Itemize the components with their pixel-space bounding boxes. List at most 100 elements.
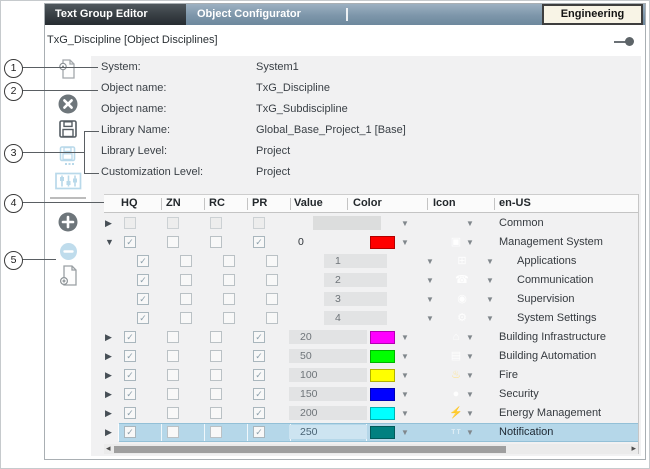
value-field[interactable]: 100 xyxy=(289,368,367,382)
checkbox-zn[interactable] xyxy=(167,388,179,400)
checkbox-rc[interactable] xyxy=(210,426,222,438)
table-row[interactable]: ▶✓✓250▼T T▼Notification xyxy=(104,423,638,442)
icon-dropdown-icon[interactable]: ▼ xyxy=(466,371,474,380)
scrollbar-thumb[interactable] xyxy=(114,446,506,453)
table-row[interactable]: ▶✓✓100▼♨▼Fire xyxy=(104,366,638,385)
tab-text-group-editor[interactable]: Text Group Editor xyxy=(45,4,186,25)
expand-arrow-icon[interactable]: ▶ xyxy=(105,389,112,400)
checkbox-pr[interactable]: ✓ xyxy=(253,388,265,400)
tab-object-configurator[interactable]: Object Configurator xyxy=(197,4,301,25)
icon-dropdown-icon[interactable]: ▼ xyxy=(466,390,474,399)
customize-columns-button[interactable] xyxy=(55,170,82,195)
icon-dropdown-icon[interactable]: ▼ xyxy=(486,276,494,285)
value-field[interactable]: 150 xyxy=(289,387,367,401)
color-swatch[interactable] xyxy=(370,369,395,382)
checkbox-rc[interactable] xyxy=(210,331,222,343)
color-swatch[interactable] xyxy=(370,407,395,420)
scroll-right-icon[interactable]: ▸ xyxy=(631,443,636,454)
checkbox-pr[interactable]: ✓ xyxy=(253,350,265,362)
color-dropdown-icon[interactable]: ▼ xyxy=(401,238,409,247)
checkbox-hq[interactable] xyxy=(124,217,136,229)
pin-icon-dot[interactable] xyxy=(625,37,634,46)
checkbox-zn[interactable] xyxy=(167,407,179,419)
icon-dropdown-icon[interactable]: ▼ xyxy=(466,219,474,228)
table-row[interactable]: ✓3▼◉▼Supervision xyxy=(104,290,638,309)
checkbox-pr[interactable] xyxy=(266,312,278,324)
checkbox-rc[interactable] xyxy=(223,312,235,324)
checkbox-rc[interactable] xyxy=(210,407,222,419)
checkbox-hq[interactable]: ✓ xyxy=(124,388,136,400)
value-field[interactable]: 50 xyxy=(289,349,367,363)
color-dropdown-icon[interactable]: ▼ xyxy=(401,333,409,342)
color-dropdown-icon[interactable]: ▼ xyxy=(401,409,409,418)
checkbox-hq[interactable]: ✓ xyxy=(124,236,136,248)
checkbox-rc[interactable] xyxy=(210,217,222,229)
icon-dropdown-icon[interactable]: ▼ xyxy=(486,257,494,266)
color-dropdown-icon[interactable]: ▼ xyxy=(401,428,409,437)
checkbox-rc[interactable] xyxy=(223,293,235,305)
checkbox-pr[interactable] xyxy=(266,293,278,305)
icon-dropdown-icon[interactable]: ▼ xyxy=(466,428,474,437)
checkbox-pr[interactable]: ✓ xyxy=(253,407,265,419)
color-dropdown-icon[interactable]: ▼ xyxy=(401,352,409,361)
checkbox-rc[interactable] xyxy=(223,274,235,286)
checkbox-pr[interactable]: ✓ xyxy=(253,331,265,343)
table-row[interactable]: ✓4▼⚙▼System Settings xyxy=(104,309,638,328)
icon-dropdown-icon[interactable]: ▼ xyxy=(486,314,494,323)
value-field[interactable]: 4 xyxy=(324,311,387,325)
color-swatch[interactable] xyxy=(370,388,395,401)
color-dropdown-icon[interactable]: ▼ xyxy=(426,295,434,304)
horizontal-scrollbar[interactable]: ◂ ▸ xyxy=(104,444,638,454)
checkbox-pr[interactable] xyxy=(266,274,278,286)
checkbox-zn[interactable] xyxy=(180,255,192,267)
color-swatch[interactable] xyxy=(370,236,395,249)
table-row[interactable]: ▶✓✓200▼⚡▼Energy Management xyxy=(104,404,638,423)
value-field[interactable]: 1 xyxy=(324,254,387,268)
color-swatch[interactable] xyxy=(370,426,395,439)
value-field[interactable]: 250 xyxy=(289,425,367,439)
icon-dropdown-icon[interactable]: ▼ xyxy=(486,295,494,304)
delete-button[interactable] xyxy=(57,93,79,118)
color-dropdown-icon[interactable]: ▼ xyxy=(401,390,409,399)
remove-row-button[interactable] xyxy=(59,242,78,264)
checkbox-hq[interactable]: ✓ xyxy=(137,293,149,305)
save-as-button[interactable] xyxy=(57,145,79,170)
expand-arrow-icon[interactable]: ▶ xyxy=(105,351,112,362)
checkbox-zn[interactable] xyxy=(167,369,179,381)
checkbox-zn[interactable] xyxy=(180,274,192,286)
new-subgroup-button[interactable] xyxy=(58,264,80,291)
scroll-left-icon[interactable]: ◂ xyxy=(106,443,111,454)
expand-arrow-icon[interactable]: ▶ xyxy=(105,370,112,381)
table-row[interactable]: ▶✓✓20▼⌂▼Building Infrastructure xyxy=(104,328,638,347)
checkbox-zn[interactable] xyxy=(167,217,179,229)
value-field[interactable]: 3 xyxy=(324,292,387,306)
table-row[interactable]: ✓2▼☎▼Communication xyxy=(104,271,638,290)
table-row[interactable]: ✓1▼⊞▼Applications xyxy=(104,252,638,271)
icon-dropdown-icon[interactable]: ▼ xyxy=(466,409,474,418)
color-dropdown-icon[interactable]: ▼ xyxy=(426,276,434,285)
expand-arrow-icon[interactable]: ▶ xyxy=(105,408,112,419)
checkbox-rc[interactable] xyxy=(223,255,235,267)
checkbox-zn[interactable] xyxy=(167,236,179,248)
table-row[interactable]: ▼✓✓0▼▣▼Management System xyxy=(104,233,638,252)
checkbox-pr[interactable]: ✓ xyxy=(253,369,265,381)
checkbox-zn[interactable] xyxy=(167,331,179,343)
checkbox-pr[interactable]: ✓ xyxy=(253,426,265,438)
checkbox-zn[interactable] xyxy=(180,293,192,305)
checkbox-rc[interactable] xyxy=(210,369,222,381)
checkbox-zn[interactable] xyxy=(180,312,192,324)
table-row[interactable]: ▶✓✓50▼▤▼Building Automation xyxy=(104,347,638,366)
icon-dropdown-icon[interactable]: ▼ xyxy=(466,238,474,247)
expand-arrow-icon[interactable]: ▶ xyxy=(105,332,112,343)
icon-dropdown-icon[interactable]: ▼ xyxy=(466,333,474,342)
color-swatch[interactable] xyxy=(370,331,395,344)
expand-arrow-icon[interactable]: ▶ xyxy=(105,427,112,438)
checkbox-rc[interactable] xyxy=(210,388,222,400)
color-swatch[interactable] xyxy=(370,350,395,363)
checkbox-hq[interactable]: ✓ xyxy=(124,350,136,362)
checkbox-pr[interactable] xyxy=(253,217,265,229)
color-dropdown-icon[interactable]: ▼ xyxy=(401,371,409,380)
table-row[interactable]: ▶▼▼Common xyxy=(104,214,638,233)
checkbox-hq[interactable]: ✓ xyxy=(124,331,136,343)
checkbox-rc[interactable] xyxy=(210,350,222,362)
